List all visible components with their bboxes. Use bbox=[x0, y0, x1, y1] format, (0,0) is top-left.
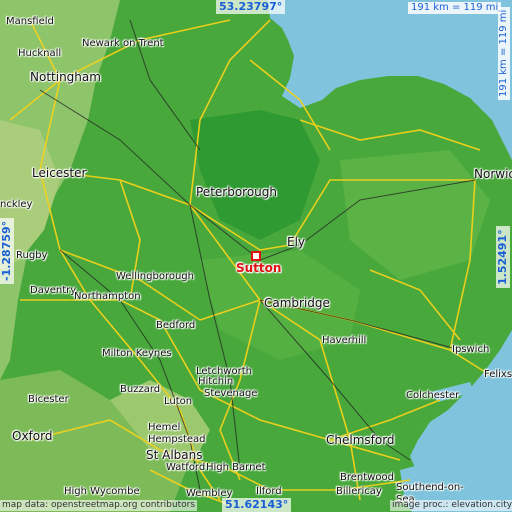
place-hitchin: Hitchin bbox=[198, 376, 234, 387]
place-high-wycombe: High Wycombe bbox=[64, 486, 140, 497]
place-watford: Watford bbox=[166, 462, 206, 473]
place-oxford: Oxford bbox=[12, 429, 53, 443]
place-haverhill: Haverhill bbox=[322, 335, 367, 346]
place-rugby: Rugby bbox=[16, 250, 48, 261]
credit-map-data: map data: openstreetmap.org contributors bbox=[0, 500, 198, 511]
credit-image: image proc.: elevation.city bbox=[390, 500, 512, 511]
place-mansfield: Mansfield bbox=[6, 16, 54, 27]
place-luton: Luton bbox=[164, 396, 193, 407]
place-chelmsford: Chelmsford bbox=[326, 433, 395, 447]
coord-south: 51.62143° bbox=[222, 498, 292, 512]
place-newark: Newark on Trent bbox=[82, 38, 164, 49]
place-stevenage: Stevenage bbox=[204, 388, 258, 399]
place-felixstowe: Felixs bbox=[484, 369, 512, 380]
coord-west: -1.28759° bbox=[0, 217, 14, 284]
place-wellingborough: Wellingborough bbox=[116, 271, 194, 282]
scale-vertical: 191 km = 119 mi bbox=[498, 6, 510, 100]
place-st-albans: St Albans bbox=[146, 448, 203, 462]
place-brentwood: Brentwood bbox=[340, 472, 394, 483]
coord-north: 53.23797° bbox=[216, 0, 286, 14]
place-leicester: Leicester bbox=[32, 166, 87, 180]
place-daventry: Daventry bbox=[30, 285, 77, 296]
scale-horizontal: 191 km = 119 mi bbox=[408, 2, 502, 14]
place-high-barnet: High Barnet bbox=[206, 462, 266, 473]
place-buzzard: Buzzard bbox=[120, 384, 161, 395]
place-norwich: Norwich bbox=[474, 167, 512, 181]
place-peterborough: Peterborough bbox=[196, 185, 278, 199]
place-hucknall: Hucknall bbox=[18, 48, 62, 59]
place-bicester: Bicester bbox=[28, 394, 69, 405]
place-cambridge: Cambridge bbox=[264, 296, 330, 310]
place-ipswich: Ipswich bbox=[452, 344, 490, 355]
place-billericay: Billericay bbox=[336, 486, 382, 497]
map-view[interactable]: Mansfield Newark on Trent Hucknall Notti… bbox=[0, 0, 512, 512]
place-hinckley: nckley bbox=[0, 199, 33, 210]
place-milton-keynes: Milton Keynes bbox=[102, 348, 172, 359]
place-ilford: Ilford bbox=[256, 486, 282, 497]
place-bedford: Bedford bbox=[156, 320, 196, 331]
place-ely: Ely bbox=[287, 235, 306, 249]
place-hemel-hempstead: Hemel Hempstead bbox=[148, 422, 206, 445]
coord-east: 1.52491° bbox=[496, 226, 510, 288]
place-colchester: Colchester bbox=[406, 390, 460, 401]
place-nottingham: Nottingham bbox=[30, 70, 101, 84]
target-label: Sutton bbox=[236, 261, 282, 275]
place-northampton: Northampton bbox=[74, 291, 141, 302]
